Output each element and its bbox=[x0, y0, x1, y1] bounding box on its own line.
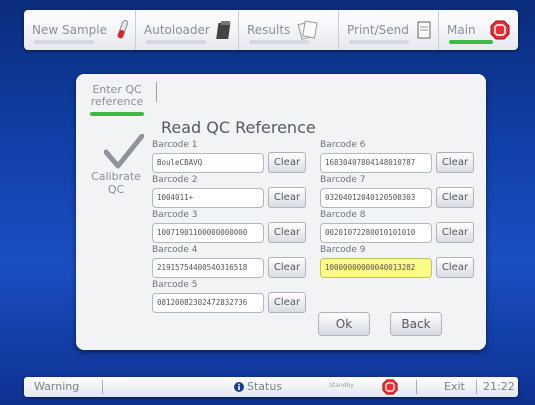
status-bar: Warning Status Standby Exit 21:22 bbox=[24, 377, 518, 397]
status-button[interactable]: Status bbox=[247, 380, 282, 393]
barcode-1-group: Barcode 1 BouleCBAVQ Clear bbox=[152, 140, 306, 173]
barcode-3-input[interactable]: 10071901100000000000 bbox=[152, 222, 264, 243]
barcode-3-group: Barcode 3 10071901100000000000 Clear bbox=[152, 210, 306, 243]
barcode-label: Barcode 7 bbox=[320, 175, 366, 185]
divider bbox=[102, 380, 103, 394]
barcode-7-group: Barcode 7 03204012040120500303 Clear bbox=[320, 175, 474, 208]
tab-indicator bbox=[34, 40, 94, 44]
rack-icon bbox=[216, 21, 231, 39]
tab-indicator bbox=[349, 40, 409, 44]
result-sheets-icon bbox=[297, 20, 319, 40]
barcode-label: Barcode 6 bbox=[320, 140, 366, 150]
status-info-icon bbox=[234, 382, 244, 392]
tab-new-sample[interactable]: New Sample bbox=[24, 10, 136, 50]
barcode-5-clear-button[interactable]: Clear bbox=[268, 292, 306, 313]
qc-reference-panel: Enter QC reference Calibrate QC Read QC … bbox=[76, 74, 486, 350]
barcode-label: Barcode 4 bbox=[152, 245, 198, 255]
barcode-6-clear-button[interactable]: Clear bbox=[436, 152, 474, 173]
barcode-5-group: Barcode 5 08120082302472832736 Clear bbox=[152, 280, 306, 313]
tab-autoloader[interactable]: Autoloader bbox=[136, 10, 239, 50]
barcode-9-group: Barcode 9 10000000000040013282 Clear bbox=[320, 245, 474, 278]
subtab-enter-qc-reference[interactable]: Enter QC reference bbox=[86, 80, 148, 116]
barcode-1-input[interactable]: BouleCBAVQ bbox=[152, 152, 264, 173]
subtab-label: Enter QC reference bbox=[90, 83, 144, 108]
barcode-label: Barcode 3 bbox=[152, 210, 198, 220]
barcode-2-clear-button[interactable]: Clear bbox=[268, 187, 306, 208]
divider bbox=[416, 380, 417, 394]
barcode-4-input[interactable]: 21915754400540316518 bbox=[152, 257, 264, 278]
barcode-3-clear-button[interactable]: Clear bbox=[268, 222, 306, 243]
main-tab-bar: New Sample Autoloader Results Print/Send bbox=[24, 10, 518, 50]
subtab-divider bbox=[156, 82, 157, 102]
standby-label: Standby bbox=[329, 382, 354, 389]
stop-octagon-icon[interactable] bbox=[490, 19, 510, 41]
tab-label: Main bbox=[447, 23, 476, 37]
barcode-4-group: Barcode 4 21915754400540316518 Clear bbox=[152, 245, 306, 278]
stop-octagon-icon[interactable] bbox=[382, 379, 398, 395]
calibrate-qc-label: Calibrate QC bbox=[91, 170, 141, 196]
tab-label: Print/Send bbox=[347, 23, 409, 37]
barcode-5-input[interactable]: 08120082302472832736 bbox=[152, 292, 264, 313]
barcode-7-input[interactable]: 03204012040120500303 bbox=[320, 187, 432, 208]
exit-button[interactable]: Exit bbox=[444, 380, 465, 393]
tab-print-send[interactable]: Print/Send bbox=[339, 10, 439, 50]
barcode-label: Barcode 8 bbox=[320, 210, 366, 220]
barcode-8-input[interactable]: 00201072280010101010 bbox=[320, 222, 432, 243]
tab-main[interactable]: Main bbox=[439, 10, 518, 50]
tab-label: Autoloader bbox=[144, 23, 210, 37]
barcode-1-clear-button[interactable]: Clear bbox=[268, 152, 306, 173]
tab-results[interactable]: Results bbox=[239, 10, 339, 50]
warning-indicator[interactable]: Warning bbox=[34, 380, 79, 393]
page-title: Read QC Reference bbox=[161, 118, 316, 137]
barcode-6-input[interactable]: 16830407804148010787 bbox=[320, 152, 432, 173]
back-button[interactable]: Back bbox=[390, 312, 442, 336]
barcode-label: Barcode 2 bbox=[152, 175, 198, 185]
barcode-label: Barcode 1 bbox=[152, 140, 198, 150]
tab-indicator-active bbox=[449, 40, 493, 44]
barcode-label: Barcode 9 bbox=[320, 245, 366, 255]
barcode-9-input-focused[interactable]: 10000000000040013282 bbox=[320, 257, 432, 278]
barcode-label: Barcode 5 bbox=[152, 280, 198, 290]
barcode-2-group: Barcode 2 1004011+ Clear bbox=[152, 175, 306, 208]
barcode-7-clear-button[interactable]: Clear bbox=[436, 187, 474, 208]
checkmark-icon bbox=[104, 134, 144, 169]
subtab-indicator bbox=[90, 112, 144, 116]
divider bbox=[476, 380, 477, 394]
ok-button[interactable]: Ok bbox=[318, 312, 370, 336]
tab-indicator bbox=[249, 40, 309, 44]
barcode-4-clear-button[interactable]: Clear bbox=[268, 257, 306, 278]
printer-icon bbox=[417, 21, 431, 39]
test-tube-icon bbox=[117, 19, 129, 39]
tab-indicator bbox=[146, 40, 206, 44]
clock: 21:22 bbox=[483, 380, 515, 393]
barcode-8-clear-button[interactable]: Clear bbox=[436, 222, 474, 243]
barcode-8-group: Barcode 8 00201072280010101010 Clear bbox=[320, 210, 474, 243]
tab-label: New Sample bbox=[32, 23, 107, 37]
barcode-2-input[interactable]: 1004011+ bbox=[152, 187, 264, 208]
barcode-9-clear-button[interactable]: Clear bbox=[436, 257, 474, 278]
tab-label: Results bbox=[247, 23, 291, 37]
barcode-6-group: Barcode 6 16830407804148010787 Clear bbox=[320, 140, 474, 173]
